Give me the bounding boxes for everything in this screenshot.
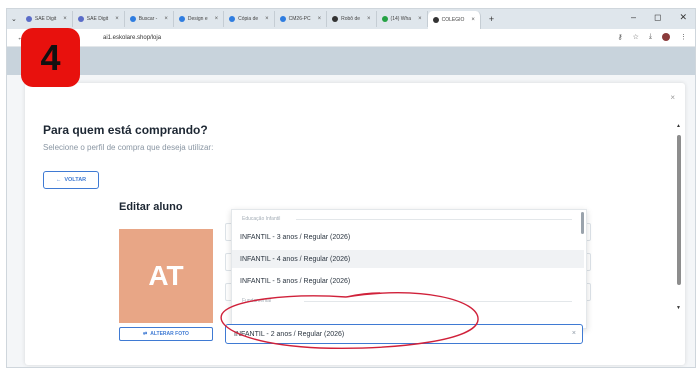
highlight-oval	[220, 292, 479, 349]
highlight-annotation	[220, 292, 479, 349]
screenshot-frame: ⌄ SAE Digit × SAE Digit × Buscar - × Design e ×…	[0, 0, 699, 374]
